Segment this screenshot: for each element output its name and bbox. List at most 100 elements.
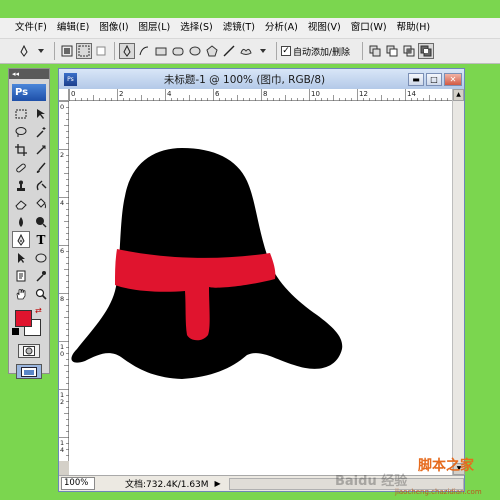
menu-item[interactable]: 选择(S) — [175, 20, 217, 36]
quick-mask-icon[interactable] — [18, 344, 40, 358]
path-intersect-icon[interactable] — [401, 43, 417, 59]
ruler-label: 0 — [60, 350, 64, 358]
zoom-tool-icon[interactable] — [32, 285, 50, 302]
minimize-button[interactable]: ▬ — [408, 72, 424, 86]
menu-item[interactable]: 图层(L) — [134, 20, 176, 36]
site-watermark: 脚本之家 — [418, 458, 474, 474]
site-url-watermark: jiaocheng.chazidian.com — [395, 488, 482, 496]
slice-tool-icon[interactable] — [32, 141, 50, 158]
horizontal-ruler[interactable]: 0 2 4 6 8 10 12 14 — [69, 89, 452, 101]
eyedropper-tool-icon[interactable] — [32, 267, 50, 284]
path-combine-icon[interactable] — [367, 43, 383, 59]
brush-tool-icon[interactable] — [32, 159, 50, 176]
path-selection-tool-icon[interactable] — [12, 249, 30, 266]
paths-mode-icon[interactable] — [76, 43, 92, 59]
document-title-bar[interactable]: Ps 未标题-1 @ 100% (图巾, RGB/8) ▬ □ ✕ — [59, 69, 464, 89]
path-subtract-icon[interactable] — [384, 43, 400, 59]
photoshop-logo[interactable]: Ps — [12, 84, 46, 101]
type-tool-icon[interactable]: T — [32, 231, 50, 248]
shape-dropdown-arrow-icon[interactable] — [255, 43, 271, 59]
dodge-tool-icon[interactable] — [32, 213, 50, 230]
default-colors-icon[interactable] — [12, 328, 19, 335]
tools-panel: ◂◂ Ps T ⇄ — [8, 68, 50, 379]
separator — [114, 42, 115, 60]
separator — [362, 42, 364, 60]
ruler-label: 2 — [60, 398, 64, 406]
vertical-scrollbar[interactable]: ▲ ▼ — [452, 89, 465, 475]
document-window: Ps 未标题-1 @ 100% (图巾, RGB/8) ▬ □ ✕ 0 2 4 6 8 1… — [58, 68, 465, 492]
ellipse-shape-tool-icon[interactable] — [32, 249, 50, 266]
menu-item[interactable]: 分析(A) — [260, 20, 303, 36]
ruler-label: 4 — [60, 199, 64, 207]
separator — [276, 42, 277, 60]
foreground-color-swatch[interactable] — [15, 310, 32, 327]
status-menu-arrow-icon[interactable]: ▶ — [215, 479, 221, 488]
move-tool-icon[interactable] — [32, 105, 50, 122]
rectangle-tool-icon[interactable] — [153, 43, 169, 59]
ruler-label: 6 — [60, 247, 64, 255]
menu-item[interactable]: 文件(F) — [10, 20, 52, 36]
shape-layers-icon[interactable] — [59, 43, 75, 59]
polygon-tool-icon[interactable] — [204, 43, 220, 59]
line-tool-icon[interactable] — [221, 43, 237, 59]
ruler-label: 4 — [60, 446, 64, 454]
ruler-label: 2 — [119, 90, 123, 98]
path-exclude-icon[interactable] — [418, 43, 435, 59]
paint-bucket-tool-icon[interactable] — [32, 195, 50, 212]
ruler-label: 0 — [71, 90, 75, 98]
document-title: 未标题-1 @ 100% (图巾, RGB/8) — [163, 73, 326, 86]
auto-add-delete-checkbox[interactable]: ✓ — [281, 46, 291, 56]
menu-item[interactable]: 视图(V) — [303, 20, 346, 36]
zoom-level-field[interactable]: 100% — [61, 477, 95, 490]
swap-colors-icon[interactable]: ⇄ — [35, 306, 42, 315]
maximize-button[interactable]: □ — [426, 72, 442, 86]
notes-tool-icon[interactable] — [12, 267, 30, 284]
screen-mode-icon[interactable] — [16, 364, 42, 379]
pen-tool-icon[interactable] — [12, 231, 30, 248]
menu-item[interactable]: 编辑(E) — [52, 20, 94, 36]
custom-shape-tool-icon[interactable] — [238, 43, 254, 59]
rounded-rectangle-tool-icon[interactable] — [170, 43, 186, 59]
baidu-watermark: Baidu 经验 — [335, 474, 408, 489]
fill-pixels-icon[interactable] — [93, 43, 109, 59]
magic-wand-tool-icon[interactable] — [32, 123, 50, 140]
document-ps-icon: Ps — [64, 72, 77, 86]
menu-bar: 文件(F) 编辑(E) 图像(I) 图层(L) 选择(S) 滤镜(T) 分析(A) 视图(V)… — [0, 18, 500, 38]
document-canvas[interactable] — [69, 101, 452, 475]
options-bar: ✓ 自动添加/删除 — [0, 38, 500, 64]
ellipse-tool-icon[interactable] — [187, 43, 203, 59]
menu-item[interactable]: 帮助(H) — [392, 20, 436, 36]
ruler-label: 8 — [60, 295, 64, 303]
pen-tool-preset-icon[interactable] — [16, 43, 32, 59]
ruler-label: 2 — [60, 151, 64, 159]
tool-grid: T — [9, 105, 49, 302]
pen-tool-icon[interactable] — [119, 43, 135, 59]
menu-item[interactable]: 图像(I) — [94, 20, 133, 36]
ruler-label: 4 — [167, 90, 172, 98]
ruler-label: 10 — [311, 90, 320, 98]
scroll-up-icon[interactable]: ▲ — [453, 89, 464, 101]
close-button[interactable]: ✕ — [444, 72, 462, 86]
lasso-tool-icon[interactable] — [12, 123, 30, 140]
eraser-tool-icon[interactable] — [12, 195, 30, 212]
crop-tool-icon[interactable] — [12, 141, 30, 158]
ruler-label: 8 — [263, 90, 267, 98]
color-swatches: ⇄ — [9, 306, 49, 340]
preset-dropdown-arrow-icon[interactable] — [33, 43, 49, 59]
ruler-origin[interactable] — [59, 89, 69, 101]
freeform-pen-tool-icon[interactable] — [136, 43, 152, 59]
marquee-tool-icon[interactable] — [12, 105, 30, 122]
tools-panel-collapse-icon[interactable]: ◂◂ — [9, 69, 49, 79]
ruler-label: 12 — [359, 90, 368, 98]
document-size-info: 文档:732.4K/1.63M — [125, 480, 209, 490]
history-brush-tool-icon[interactable] — [32, 177, 50, 194]
menu-item[interactable]: 滤镜(T) — [218, 20, 260, 36]
menu-item[interactable]: 窗口(W) — [346, 20, 392, 36]
auto-add-delete-label: 自动添加/删除 — [293, 47, 351, 58]
blur-tool-icon[interactable] — [12, 213, 30, 230]
ruler-label: 0 — [60, 103, 64, 111]
vertical-ruler[interactable]: 02468101214 — [59, 101, 69, 461]
healing-brush-tool-icon[interactable] — [12, 159, 30, 176]
clone-stamp-tool-icon[interactable] — [12, 177, 30, 194]
hand-tool-icon[interactable] — [12, 285, 30, 302]
